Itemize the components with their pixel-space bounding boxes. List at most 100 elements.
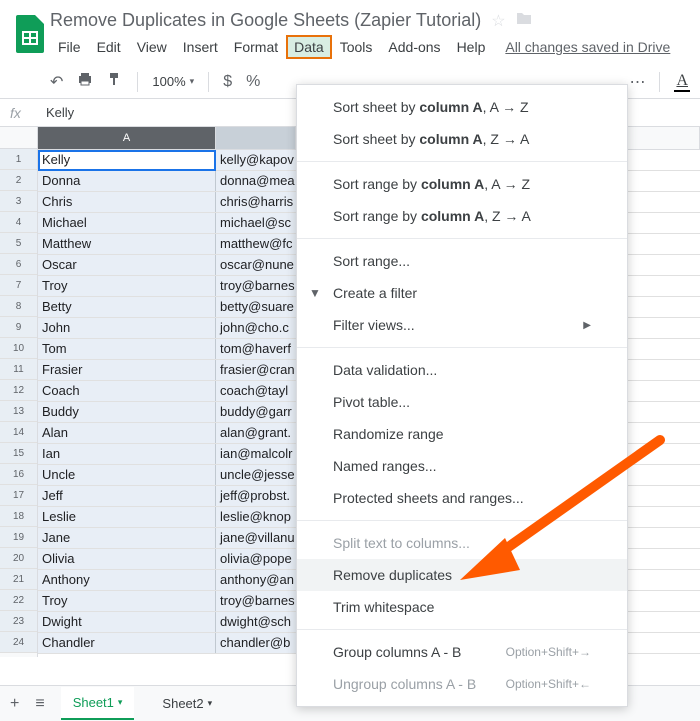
menu-format[interactable]: Format <box>226 35 286 59</box>
row-header[interactable]: 5 <box>0 233 37 254</box>
row-header[interactable]: 14 <box>0 422 37 443</box>
sheets-logo-icon[interactable] <box>10 8 50 60</box>
menu-named-ranges[interactable]: Named ranges... <box>297 450 627 482</box>
cell[interactable]: michael@sc <box>216 213 296 233</box>
menu-sort-range[interactable]: Sort range... <box>297 245 627 277</box>
cell[interactable]: betty@suare <box>216 297 296 317</box>
cell[interactable]: Frasier <box>38 360 216 380</box>
cell[interactable]: Olivia <box>38 549 216 569</box>
column-header-b[interactable] <box>216 127 296 149</box>
cell[interactable]: Leslie <box>38 507 216 527</box>
more-toolbar-icon[interactable]: ⋯ <box>629 72 645 92</box>
menu-data[interactable]: Data <box>286 35 332 59</box>
menu-randomize-range[interactable]: Randomize range <box>297 418 627 450</box>
menu-sort-range-za[interactable]: Sort range by column A, Z → A <box>297 200 627 232</box>
row-header[interactable]: 23 <box>0 611 37 632</box>
row-header[interactable]: 16 <box>0 464 37 485</box>
menu-trim-whitespace[interactable]: Trim whitespace <box>297 591 627 623</box>
cell[interactable]: olivia@pope <box>216 549 296 569</box>
chevron-down-icon[interactable]: ▾ <box>208 698 213 709</box>
cell[interactable]: kelly@kapov <box>216 150 296 170</box>
cell[interactable]: matthew@fc <box>216 234 296 254</box>
cell[interactable]: john@cho.c <box>216 318 296 338</box>
cell[interactable]: jane@villanu <box>216 528 296 548</box>
menu-sort-sheet-za[interactable]: Sort sheet by column A, Z → A <box>297 123 627 155</box>
row-header[interactable]: 17 <box>0 485 37 506</box>
cell[interactable]: Coach <box>38 381 216 401</box>
save-status[interactable]: All changes saved in Drive <box>505 39 670 55</box>
cell[interactable]: frasier@cran <box>216 360 296 380</box>
cell[interactable]: Donna <box>38 171 216 191</box>
menu-protected-sheets[interactable]: Protected sheets and ranges... <box>297 482 627 514</box>
cell[interactable]: Dwight <box>38 612 216 632</box>
cell[interactable]: Tom <box>38 339 216 359</box>
cell[interactable]: Oscar <box>38 255 216 275</box>
menu-insert[interactable]: Insert <box>175 35 226 59</box>
sheet-tab-1[interactable]: Sheet1▾ <box>61 687 135 720</box>
add-sheet-button[interactable]: + <box>10 695 19 713</box>
cell[interactable]: Anthony <box>38 570 216 590</box>
menu-addons[interactable]: Add-ons <box>380 35 448 59</box>
cell[interactable]: donna@mea <box>216 171 296 191</box>
formula-input[interactable]: Kelly <box>40 105 74 120</box>
select-all-corner[interactable] <box>0 127 38 149</box>
cell[interactable]: Troy <box>38 591 216 611</box>
menu-edit[interactable]: Edit <box>89 35 129 59</box>
cell[interactable]: Betty <box>38 297 216 317</box>
row-header[interactable]: 20 <box>0 548 37 569</box>
menu-data-validation[interactable]: Data validation... <box>297 354 627 386</box>
row-header[interactable]: 7 <box>0 275 37 296</box>
row-header[interactable]: 13 <box>0 401 37 422</box>
menu-sort-range-az[interactable]: Sort range by column A, A → Z <box>297 168 627 200</box>
menu-pivot-table[interactable]: Pivot table... <box>297 386 627 418</box>
cell[interactable]: chandler@b <box>216 633 296 653</box>
menu-create-filter[interactable]: ▼ Create a filter <box>297 277 627 309</box>
document-title[interactable]: Remove Duplicates in Google Sheets (Zapi… <box>50 10 481 31</box>
cell[interactable]: John <box>38 318 216 338</box>
cell[interactable]: Troy <box>38 276 216 296</box>
cell[interactable]: buddy@garr <box>216 402 296 422</box>
row-header[interactable]: 4 <box>0 212 37 233</box>
cell[interactable]: chris@harris <box>216 192 296 212</box>
cell[interactable]: coach@tayl <box>216 381 296 401</box>
row-header[interactable]: 18 <box>0 506 37 527</box>
menu-group-columns[interactable]: Group columns A - BOption+Shift+→ <box>297 636 627 668</box>
menu-view[interactable]: View <box>129 35 175 59</box>
text-color-icon[interactable]: A <box>674 72 690 92</box>
move-folder-icon[interactable] <box>516 11 532 30</box>
row-header[interactable]: 15 <box>0 443 37 464</box>
menu-sort-sheet-az[interactable]: Sort sheet by column A, A → Z <box>297 91 627 123</box>
cell[interactable]: alan@grant. <box>216 423 296 443</box>
cell[interactable]: Buddy <box>38 402 216 422</box>
cell[interactable]: Michael <box>38 213 216 233</box>
all-sheets-icon[interactable]: ≡ <box>35 695 44 713</box>
print-icon[interactable] <box>77 71 93 92</box>
cell[interactable]: dwight@sch <box>216 612 296 632</box>
menu-tools[interactable]: Tools <box>332 35 381 59</box>
cell[interactable]: uncle@jesse <box>216 465 296 485</box>
row-header[interactable]: 24 <box>0 632 37 653</box>
row-header[interactable]: 12 <box>0 380 37 401</box>
column-header-a[interactable]: A <box>38 127 216 149</box>
row-header[interactable]: 1 <box>0 149 37 170</box>
cell[interactable]: Uncle <box>38 465 216 485</box>
cell[interactable]: anthony@an <box>216 570 296 590</box>
star-icon[interactable]: ☆ <box>491 11 505 31</box>
row-header[interactable]: 9 <box>0 317 37 338</box>
sheet-tab-2[interactable]: Sheet2▾ <box>150 688 224 719</box>
zoom-select[interactable]: 100% <box>152 74 194 89</box>
percent-icon[interactable]: % <box>246 73 260 91</box>
cell[interactable]: Jane <box>38 528 216 548</box>
cell[interactable]: Chris <box>38 192 216 212</box>
row-header[interactable]: 21 <box>0 569 37 590</box>
row-header[interactable]: 11 <box>0 359 37 380</box>
cell[interactable]: Kelly <box>38 150 216 171</box>
cell[interactable]: Chandler <box>38 633 216 653</box>
paint-format-icon[interactable] <box>107 71 123 92</box>
cell[interactable]: leslie@knop <box>216 507 296 527</box>
row-header[interactable]: 10 <box>0 338 37 359</box>
chevron-down-icon[interactable]: ▾ <box>118 697 123 708</box>
row-header[interactable]: 8 <box>0 296 37 317</box>
undo-icon[interactable]: ↶ <box>50 72 63 92</box>
cell[interactable]: oscar@nune <box>216 255 296 275</box>
